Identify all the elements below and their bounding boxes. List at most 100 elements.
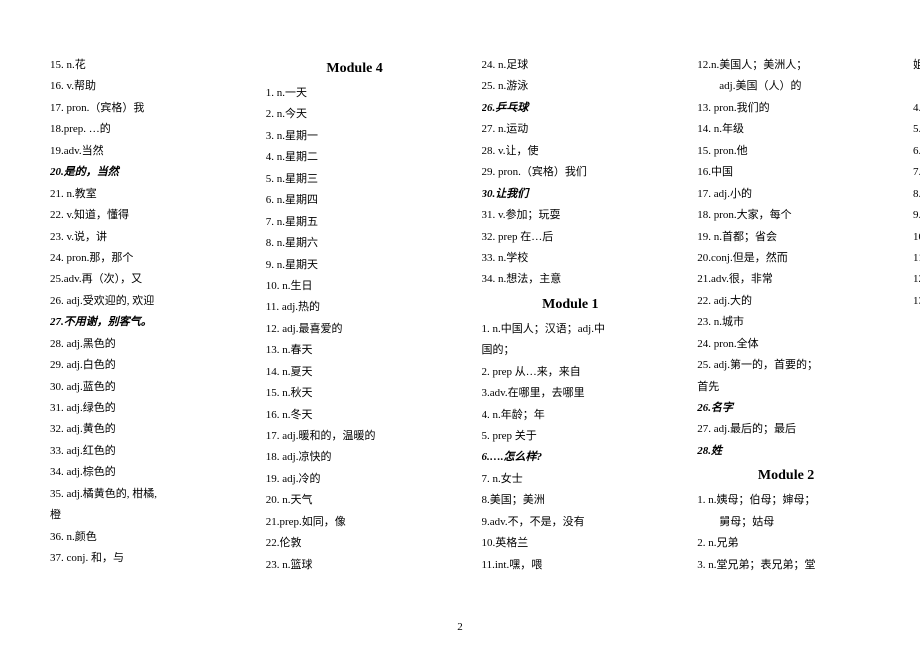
vocab-entry: 19. adj.冷的 xyxy=(266,469,444,490)
vocab-entry: 23. v.说，讲 xyxy=(50,227,228,248)
vocab-entry: 2. n.兄弟 xyxy=(697,533,875,554)
vocab-entry: 17. adj.暖和的，温暖的 xyxy=(266,426,444,447)
vocab-entry: 25.adv.再（次），又 xyxy=(50,269,228,290)
vocab-entry: 8.美国；美洲 xyxy=(482,490,660,511)
vocab-entry: 31. adj.绿色的 xyxy=(50,398,228,419)
vocab-entry: 5. prep 关于 xyxy=(482,426,660,447)
vocab-entry-emphasized: 30.让我们 xyxy=(482,184,660,205)
vocab-entry: 28. adj.黑色的 xyxy=(50,334,228,355)
vocab-entry: 16.中国 xyxy=(697,162,875,183)
vocab-entry: 4. n.女儿 xyxy=(913,98,920,119)
vocab-entry: 32. prep 在…后 xyxy=(482,227,660,248)
vocab-entry: 22.伦敦 xyxy=(266,533,444,554)
vocab-entry: 23. n.城市 xyxy=(697,312,875,333)
vocab-entry: 21.adv.很，非常 xyxy=(697,269,875,290)
vocab-entry: 17. pron.（宾格）我 xyxy=(50,98,228,119)
vocab-entry-emphasized: 20.是的，当然 xyxy=(50,162,228,183)
vocab-entry: 10.英格兰 xyxy=(482,533,660,554)
vocab-entry: 13. n.春天 xyxy=(266,340,444,361)
vocab-entry-emphasized: 28.姓 xyxy=(697,441,875,462)
vocab-entry: 7. n.女士 xyxy=(482,469,660,490)
vocab-entry: 32. adj.黄色的 xyxy=(50,419,228,440)
vocab-entry: 4. n.星期二 xyxy=(266,147,444,168)
vocab-entry: 18. pron.大家，每个 xyxy=(697,205,875,226)
vocab-entry: 11. n.姐；妹 xyxy=(913,248,920,269)
vocab-entry: 27. n.运动 xyxy=(482,119,660,140)
vocab-entry: 31. v.参加；玩耍 xyxy=(482,205,660,226)
vocab-entry: 1. n.中国人；汉语；adj.中 xyxy=(482,319,660,340)
vocab-entry: 5. n.星期三 xyxy=(266,169,444,190)
vocab-entry: 15. n.秋天 xyxy=(266,383,444,404)
vocab-entry: 17. adj.小的 xyxy=(697,184,875,205)
vocab-entry: 25. n.游泳 xyxy=(482,76,660,97)
vocab-entry: 21.prep.如同，像 xyxy=(266,512,444,533)
vocab-entry: 1. n.一天 xyxy=(266,83,444,104)
vocab-entry: 国的； xyxy=(482,340,660,361)
page-number: 2 xyxy=(457,621,463,633)
vocab-entry: 19. n.首都；省会 xyxy=(697,227,875,248)
vocab-entry: 3. n.堂兄弟；表兄弟；堂 xyxy=(697,555,875,576)
vocab-entry: 14. n.年级 xyxy=(697,119,875,140)
vocab-entry: 10. n.母亲；父亲 xyxy=(913,227,920,248)
vocab-entry: 2. prep 从…来，来自 xyxy=(482,362,660,383)
vocab-entry: 14. n.夏天 xyxy=(266,362,444,383)
vocab-entry-emphasized: 26.乒乓球 xyxy=(482,98,660,119)
vocab-entry: 4. n.年龄；年 xyxy=(482,405,660,426)
vocab-entry: 7. n.（外）祖母 xyxy=(913,162,920,183)
vocab-entry: 24. pron.全体 xyxy=(697,334,875,355)
vocab-entry: 3.adv.在哪里，去哪里 xyxy=(482,383,660,404)
vocab-entry: 8. n.（外）祖父母 xyxy=(913,184,920,205)
vocab-entry: 29. pron.（宾格）我们 xyxy=(482,162,660,183)
vocab-entry: 23. n.篮球 xyxy=(266,555,444,576)
vocab-entry: 24. n.足球 xyxy=(482,55,660,76)
vocab-entry-continuation: 舅母；姑母 xyxy=(697,512,875,533)
vocab-entry: 姐妹； xyxy=(913,55,920,76)
vocab-entry: 18. adj.凉快的 xyxy=(266,447,444,468)
vocab-entry: 5. n.家，家庭 xyxy=(913,119,920,140)
vocab-entry: 19.adv.当然 xyxy=(50,141,228,162)
vocab-entry: 36. n.颜色 xyxy=(50,527,228,548)
vocab-entry: 6. n.星期四 xyxy=(266,190,444,211)
vocab-entry: 13. n.叔叔；伯伯；舅舅； xyxy=(913,291,920,312)
vocab-entry: 15. n.花 xyxy=(50,55,228,76)
vocab-entry: 15. pron.他 xyxy=(697,141,875,162)
vocab-entry-emphasized: 6.….怎么样? xyxy=(482,447,660,468)
vocab-entry: 13. pron.我们的 xyxy=(697,98,875,119)
vocab-entry: 29. adj.白色的 xyxy=(50,355,228,376)
vocab-entry: 12.n.美国人；美洲人； xyxy=(697,55,875,76)
vocab-entry: 12. adj.最喜爱的 xyxy=(266,319,444,340)
vocab-entry: 21. n.教室 xyxy=(50,184,228,205)
vocab-entry-continuation: adj.美国（人）的 xyxy=(697,76,875,97)
vocab-entry-emphasized: 27.不用谢，别客气。 xyxy=(50,312,228,333)
vocab-entry: 37. conj. 和，与 xyxy=(50,548,228,569)
vocab-entry: 33. n.学校 xyxy=(482,248,660,269)
vocab-entry: 9.adv.不，不是，没有 xyxy=(482,512,660,533)
vocab-entry: 9. n.星期天 xyxy=(266,255,444,276)
vocab-entry: 20.conj.但是，然而 xyxy=(697,248,875,269)
vocab-entry: 27. adj.最后的；最后 xyxy=(697,419,875,440)
vocab-entry: 7. n.星期五 xyxy=(266,212,444,233)
vocab-entry: 12. n.儿子 xyxy=(913,269,920,290)
vocab-entry: 26. adj.受欢迎的, 欢迎 xyxy=(50,291,228,312)
vocab-entry: 33. adj.红色的 xyxy=(50,441,228,462)
vocab-entry: 25. adj.第一的，首要的； xyxy=(697,355,875,376)
vocab-entry: 首先 xyxy=(697,377,875,398)
vocab-entry: 30. adj.蓝色的 xyxy=(50,377,228,398)
vocab-entry: 22. v.知道，懂得 xyxy=(50,205,228,226)
vocab-entry: 3. n.星期一 xyxy=(266,126,444,147)
vocab-entry: 1. n.姨母；伯母；婶母； xyxy=(697,490,875,511)
module-header: Module 1 xyxy=(482,291,660,319)
vocab-entry: 10. n.生日 xyxy=(266,276,444,297)
vocab-entry: 橙 xyxy=(50,505,228,526)
vocab-entry-continuation: 表姐妹 xyxy=(913,76,920,97)
vocab-entry: 16. v.帮助 xyxy=(50,76,228,97)
vocab-entry: 22. adj.大的 xyxy=(697,291,875,312)
vocab-entry-emphasized: 26.名字 xyxy=(697,398,875,419)
vocab-entry: 28. v.让，使 xyxy=(482,141,660,162)
vocab-entry: 20. n.天气 xyxy=(266,490,444,511)
vocab-entry: 8. n.星期六 xyxy=(266,233,444,254)
vocab-entry: 6. n.（外）祖父 xyxy=(913,141,920,162)
vocab-entry: 35. adj.橘黄色的, 柑橘, xyxy=(50,484,228,505)
vocab-entry: 24. pron.那，那个 xyxy=(50,248,228,269)
vocab-entry: 2. n.今天 xyxy=(266,104,444,125)
